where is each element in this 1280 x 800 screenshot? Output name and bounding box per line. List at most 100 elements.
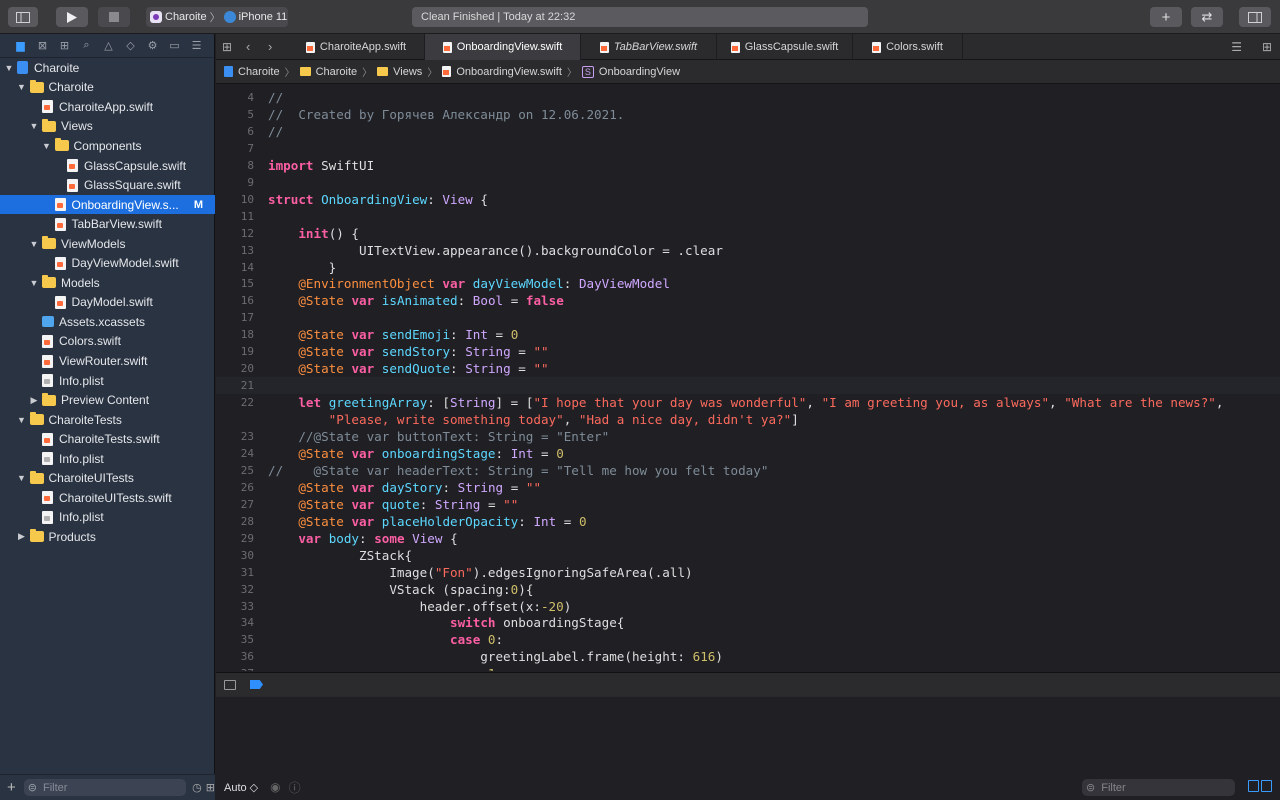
forward-icon[interactable]: › bbox=[268, 39, 272, 54]
navigator-item[interactable]: CharoiteApp.swift bbox=[0, 97, 215, 117]
code-line[interactable]: "Please, write something today", "Had a … bbox=[216, 411, 1280, 428]
code-line[interactable]: 19 @State var sendStory: String = "" bbox=[216, 343, 1280, 360]
navigator-item[interactable]: ▼ Charoite bbox=[0, 58, 215, 78]
code-line[interactable]: 17 bbox=[216, 309, 1280, 326]
navigator-item[interactable]: Assets.xcassets bbox=[0, 312, 215, 332]
add-icon[interactable]: + bbox=[7, 779, 16, 796]
recent-files-icon[interactable]: ◷ bbox=[192, 781, 202, 794]
variables-scope-selector[interactable]: Auto ◇ bbox=[224, 781, 258, 794]
navigator-item[interactable]: DayModel.swift bbox=[0, 293, 215, 313]
code-line[interactable]: 31 Image("Fon").edgesIgnoringSafeArea(.a… bbox=[216, 564, 1280, 581]
disclosure-open-icon[interactable]: ▼ bbox=[42, 141, 52, 151]
code-line[interactable]: 29 var body: some View { bbox=[216, 530, 1280, 547]
code-line[interactable]: 34 switch onboardingStage{ bbox=[216, 614, 1280, 631]
disclosure-open-icon[interactable]: ▼ bbox=[17, 82, 27, 92]
variables-pane-icon[interactable] bbox=[1248, 780, 1259, 792]
breakpoints-toggle-icon[interactable] bbox=[250, 680, 263, 689]
navigator-item[interactable]: CharoiteTests.swift bbox=[0, 429, 215, 449]
code-line[interactable]: 11 bbox=[216, 208, 1280, 225]
code-line[interactable]: 28 @State var placeHolderOpacity: Int = … bbox=[216, 513, 1280, 530]
navigator-item[interactable]: Info.plist bbox=[0, 449, 215, 469]
hide-debug-area-icon[interactable] bbox=[224, 679, 236, 690]
code-line[interactable]: 16 @State var isAnimated: Bool = false bbox=[216, 292, 1280, 309]
jump-bar-item[interactable]: OnboardingView.swift bbox=[456, 66, 562, 78]
console-pane-icon[interactable] bbox=[1261, 780, 1272, 792]
code-line[interactable]: 36 greetingLabel.frame(height: 616) bbox=[216, 648, 1280, 665]
console-filter-field[interactable]: ⊜ Filter bbox=[1082, 779, 1235, 796]
editor-tab[interactable]: CharoiteApp.swift bbox=[288, 34, 425, 60]
editor-options-icon[interactable]: ☰ bbox=[1231, 40, 1242, 54]
navigator-item[interactable]: ▼ CharoiteTests bbox=[0, 410, 215, 430]
editor-tab[interactable]: GlassCapsule.swift bbox=[717, 34, 853, 60]
issue-icon[interactable]: △ bbox=[102, 39, 115, 52]
jump-bar-item[interactable]: Charoite bbox=[316, 66, 358, 78]
code-line[interactable]: 24 @State var onboardingStage: Int = 0 bbox=[216, 445, 1280, 462]
jump-bar-item[interactable]: Charoite bbox=[238, 66, 280, 78]
editor-tab[interactable]: TabBarView.swift bbox=[581, 34, 717, 60]
code-line[interactable]: 8 import SwiftUI bbox=[216, 157, 1280, 174]
code-review-button[interactable]: ⇄ bbox=[1191, 7, 1223, 27]
navigator-item[interactable]: GlassSquare.swift bbox=[0, 175, 215, 195]
code-line[interactable]: 18 @State var sendEmoji: Int = 0 bbox=[216, 326, 1280, 343]
split-editor-icon[interactable]: ⊞ bbox=[1262, 40, 1272, 54]
code-line[interactable]: 9 bbox=[216, 174, 1280, 191]
code-line[interactable]: 26 @State var dayStory: String = "" bbox=[216, 479, 1280, 496]
grid-icon[interactable]: ⊞ bbox=[222, 40, 232, 54]
code-line[interactable]: 33 header.offset(x:-20) bbox=[216, 598, 1280, 615]
navigator-item[interactable]: CharoiteUITests.swift bbox=[0, 488, 215, 508]
stop-button[interactable] bbox=[98, 7, 130, 27]
find-icon[interactable]: ⌕ bbox=[80, 39, 93, 52]
disclosure-closed-icon[interactable]: ▶ bbox=[17, 531, 27, 542]
back-icon[interactable]: ‹ bbox=[246, 39, 250, 54]
test-icon[interactable]: ◇ bbox=[124, 39, 137, 52]
code-line[interactable]: 27 @State var quote: String = "" bbox=[216, 496, 1280, 513]
code-line[interactable]: 22 let greetingArray: [String] = ["I hop… bbox=[216, 394, 1280, 411]
symbol-icon[interactable]: ⊞ bbox=[58, 39, 71, 52]
navigator-item[interactable]: ▼ ViewModels bbox=[0, 234, 215, 254]
code-line[interactable]: 4 // bbox=[216, 89, 1280, 106]
disclosure-open-icon[interactable]: ▼ bbox=[4, 63, 14, 73]
breakpoint-icon[interactable]: ▭ bbox=[168, 39, 181, 52]
eye-icon[interactable]: ◉ bbox=[270, 780, 280, 794]
editor-tab[interactable]: OnboardingView.swift bbox=[425, 34, 581, 60]
code-line[interactable]: 12 init() { bbox=[216, 225, 1280, 242]
navigator-item[interactable]: ▼ Views bbox=[0, 117, 215, 137]
code-line[interactable]: 37 case 1: bbox=[216, 665, 1280, 671]
scheme-selector[interactable]: Charoite 〉 iPhone 11 bbox=[146, 7, 288, 27]
disclosure-open-icon[interactable]: ▼ bbox=[29, 278, 39, 288]
navigator-item[interactable]: GlassCapsule.swift bbox=[0, 156, 215, 176]
navigator-item[interactable]: ▼ Charoite bbox=[0, 78, 215, 98]
disclosure-open-icon[interactable]: ▼ bbox=[29, 239, 39, 249]
disclosure-open-icon[interactable]: ▼ bbox=[29, 121, 39, 131]
navigator-item[interactable]: Info.plist bbox=[0, 371, 215, 391]
navigator-item[interactable]: ▼ Components bbox=[0, 136, 215, 156]
code-line[interactable]: 20 @State var sendQuote: String = "" bbox=[216, 360, 1280, 377]
code-line[interactable]: 23 //@State var buttonText: String = "En… bbox=[216, 428, 1280, 445]
editor-tab[interactable]: Colors.swift bbox=[853, 34, 963, 60]
toggle-inspector-button[interactable] bbox=[1239, 7, 1271, 27]
code-line[interactable]: 6 // bbox=[216, 123, 1280, 140]
navigator-filter-field[interactable]: ⊜ Filter bbox=[23, 779, 187, 796]
code-line[interactable]: 15 @EnvironmentObject var dayViewModel: … bbox=[216, 275, 1280, 292]
toggle-navigator-button[interactable] bbox=[8, 7, 38, 27]
code-line[interactable]: 14 } bbox=[216, 259, 1280, 276]
source-control-icon[interactable]: ⊠ bbox=[36, 39, 49, 52]
navigator-item[interactable]: ▶ Preview Content bbox=[0, 390, 215, 410]
disclosure-closed-icon[interactable]: ▶ bbox=[29, 395, 39, 406]
code-line[interactable]: 30 ZStack{ bbox=[216, 547, 1280, 564]
navigator-item[interactable]: OnboardingView.s... M bbox=[0, 194, 215, 215]
code-line[interactable]: 13 UITextView.appearance().backgroundCol… bbox=[216, 242, 1280, 259]
jump-bar-item[interactable]: OnboardingView bbox=[599, 66, 680, 78]
source-editor[interactable]: 4 // 5 // Created by Горячев Александр on 1… bbox=[216, 85, 1280, 671]
navigator-item[interactable]: Colors.swift bbox=[0, 332, 215, 352]
code-line[interactable]: 35 case 0: bbox=[216, 631, 1280, 648]
library-button[interactable]: + bbox=[1150, 7, 1182, 27]
navigator-item[interactable]: ▶ Products bbox=[0, 527, 215, 547]
navigator-item[interactable]: Info.plist bbox=[0, 508, 215, 528]
navigator-item[interactable]: DayViewModel.swift bbox=[0, 254, 215, 274]
navigator-item[interactable]: ▼ Models bbox=[0, 273, 215, 293]
report-icon[interactable]: ☰ bbox=[190, 39, 203, 52]
code-line[interactable]: 25 // @State var headerText: String = "Te… bbox=[216, 462, 1280, 479]
disclosure-open-icon[interactable]: ▼ bbox=[17, 415, 27, 425]
folder-icon[interactable]: ▆ bbox=[14, 39, 27, 52]
